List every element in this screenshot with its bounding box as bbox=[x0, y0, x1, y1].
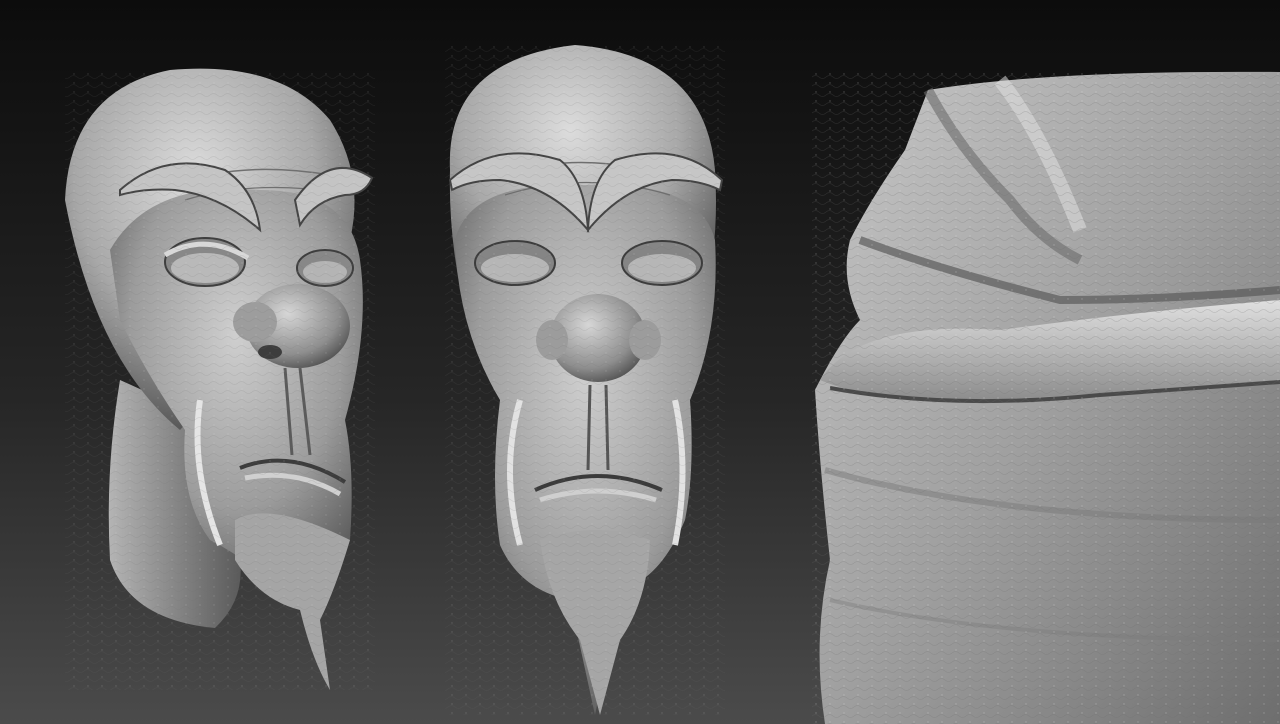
closeup-nose-mouth-view bbox=[812, 70, 1280, 724]
sculpt-viewport bbox=[0, 0, 1280, 724]
front-head-view bbox=[445, 45, 725, 716]
three-quarter-head-view bbox=[65, 68, 375, 690]
viewport-canvas bbox=[0, 0, 1280, 724]
